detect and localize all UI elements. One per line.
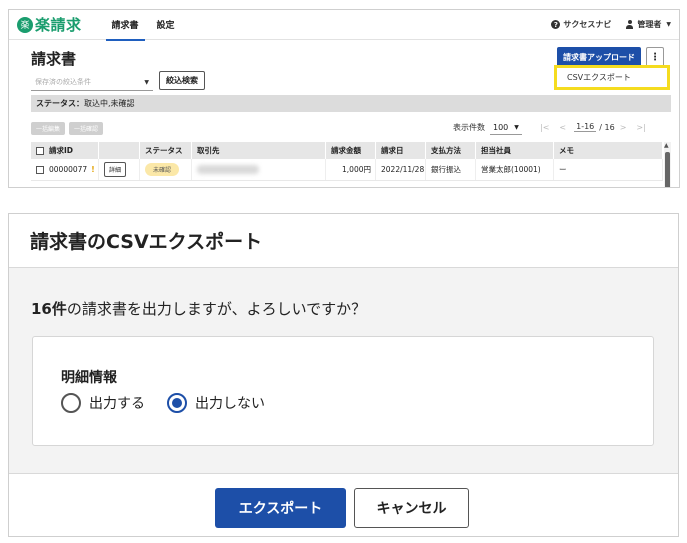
radio-option-output[interactable]: 出力する: [61, 393, 145, 413]
dialog-message-text: の請求書を出力しますが、よろしいですか？: [66, 300, 367, 318]
row-memo: ー: [554, 159, 663, 180]
pagination: |< < 1-16 / 16 > >|: [535, 122, 651, 132]
detail-radio-group: 出力する 出力しない: [61, 393, 287, 413]
column-header-memo[interactable]: メモ: [554, 142, 663, 159]
nav-tab-settings[interactable]: 設定: [151, 10, 181, 40]
row-status-cell: 未確認: [140, 159, 192, 180]
dialog-footer: エクスポート キャンセル: [9, 473, 678, 536]
column-header-id[interactable]: 請求ID: [31, 142, 99, 159]
top-right-menu: ? サクセスナビ 管理者 ▼: [537, 19, 671, 30]
detail-info-label: 明細情報: [61, 370, 117, 386]
app-logo[interactable]: 楽 楽請求: [17, 10, 82, 40]
dialog-message: 16件の請求書を出力しますが、よろしいですか？: [31, 298, 366, 319]
row-amount: 1,000円: [326, 159, 376, 180]
user-menu[interactable]: 管理者 ▼: [625, 19, 671, 30]
prev-page-icon[interactable]: <: [559, 123, 566, 132]
more-options-icon[interactable]: ⋮: [646, 47, 664, 67]
csv-export-menu-item[interactable]: CSVエクスポート: [554, 65, 670, 90]
column-header-status[interactable]: ステータス: [140, 142, 192, 159]
row-checkbox[interactable]: [36, 165, 44, 174]
table-scrollbar-thumb[interactable]: [665, 152, 670, 187]
row-payment: 銀行振込: [426, 159, 476, 180]
next-page-icon[interactable]: >: [620, 123, 627, 132]
export-button[interactable]: エクスポート: [215, 488, 346, 528]
nav-tab-invoices[interactable]: 請求書: [105, 10, 145, 41]
row-detail-button[interactable]: 詳細: [104, 162, 127, 177]
first-page-icon[interactable]: |<: [540, 123, 549, 132]
top-navigation-bar: 楽 楽請求 請求書 設定 ? サクセスナビ 管理者 ▼: [9, 10, 679, 41]
cancel-button[interactable]: キャンセル: [354, 488, 469, 528]
column-header-client[interactable]: 取引先: [192, 142, 326, 159]
page-size-value: 100: [493, 122, 509, 132]
narrow-search-button[interactable]: 絞込検索: [159, 71, 205, 90]
status-filter-value: 取込中,未確認: [84, 99, 135, 108]
column-header-staff[interactable]: 担当社員: [476, 142, 554, 159]
scroll-up-icon[interactable]: ▲: [664, 142, 669, 149]
export-count: 16件: [31, 300, 67, 318]
logo-badge-icon: 楽: [17, 16, 33, 33]
logo-text: 楽請求: [35, 16, 82, 34]
chevron-down-icon: ▼: [514, 123, 519, 131]
detail-options-card: 明細情報 出力する 出力しない: [32, 336, 654, 446]
column-header-date[interactable]: 請求日: [376, 142, 426, 159]
row-client-cell: [192, 159, 326, 180]
radio-no-output[interactable]: [167, 393, 187, 413]
table-row[interactable]: 00000077 ! 詳細 未確認 1,000円 2022/11/28 銀行振込…: [31, 159, 663, 181]
column-header-actions: [99, 142, 140, 159]
chevron-down-icon: ▼: [666, 21, 671, 28]
select-all-checkbox[interactable]: [36, 146, 44, 155]
saved-filter-select[interactable]: 保存済の絞込条件 ▼: [31, 74, 153, 91]
column-header-amount[interactable]: 請求金額: [326, 142, 376, 159]
saved-filter-placeholder: 保存済の絞込条件: [35, 78, 91, 86]
page: 楽 楽請求 請求書 設定 ? サクセスナビ 管理者 ▼ 請求書 請求書アップロー…: [0, 0, 687, 543]
invoice-upload-button[interactable]: 請求書アップロード: [557, 47, 641, 67]
success-navi-link[interactable]: ? サクセスナビ: [551, 19, 611, 30]
user-icon: [625, 20, 634, 29]
page-size-select[interactable]: 100 ▼: [490, 120, 522, 135]
status-filter-bar: ステータス： 取込中,未確認: [31, 95, 671, 112]
success-navi-label: サクセスナビ: [563, 20, 612, 29]
radio-output[interactable]: [61, 393, 81, 413]
dialog-title: 請求書のCSVエクスポート: [9, 214, 678, 268]
table-header: 請求ID ステータス 取引先 請求金額 請求日 支払方法 担当社員 メモ: [31, 142, 663, 159]
row-staff: 営業太郎(10001): [476, 159, 554, 180]
dialog-body: 16件の請求書を出力しますが、よろしいですか？ 明細情報 出力する 出力しない: [9, 268, 678, 473]
row-actions-cell: 詳細: [99, 159, 140, 180]
user-label: 管理者: [637, 20, 662, 29]
radio-no-output-label: 出力しない: [195, 396, 265, 412]
page-range-select[interactable]: 1-16: [574, 122, 597, 132]
page-total: / 16: [599, 122, 615, 132]
row-id-cell: 00000077 !: [31, 159, 99, 180]
chevron-down-icon: ▼: [144, 78, 149, 86]
page-size-label: 表示件数: [453, 123, 485, 132]
warning-icon: !: [91, 165, 95, 174]
invoice-table: 請求ID ステータス 取引先 請求金額 請求日 支払方法 担当社員 メモ 000…: [31, 142, 663, 181]
status-filter-label: ステータス：: [36, 99, 84, 108]
page-title: 請求書: [31, 50, 77, 68]
radio-output-label: 出力する: [89, 396, 145, 412]
bulk-confirm-button[interactable]: 一括確認: [69, 122, 103, 135]
redacted-client-name: [197, 165, 259, 174]
last-page-icon[interactable]: >|: [636, 123, 645, 132]
help-icon: ?: [551, 20, 561, 29]
status-badge: 未確認: [145, 163, 180, 176]
column-header-payment[interactable]: 支払方法: [426, 142, 476, 159]
radio-option-no-output[interactable]: 出力しない: [167, 393, 265, 413]
row-date: 2022/11/28: [376, 159, 426, 180]
column-header-id-label: 請求ID: [49, 146, 74, 155]
invoice-list-screen: 楽 楽請求 請求書 設定 ? サクセスナビ 管理者 ▼ 請求書 請求書アップロー…: [8, 9, 680, 188]
csv-export-dialog: 請求書のCSVエクスポート 16件の請求書を出力しますが、よろしいですか？ 明細…: [8, 213, 679, 537]
row-id: 00000077: [49, 165, 88, 174]
bulk-edit-button[interactable]: 一括編集: [31, 122, 65, 135]
